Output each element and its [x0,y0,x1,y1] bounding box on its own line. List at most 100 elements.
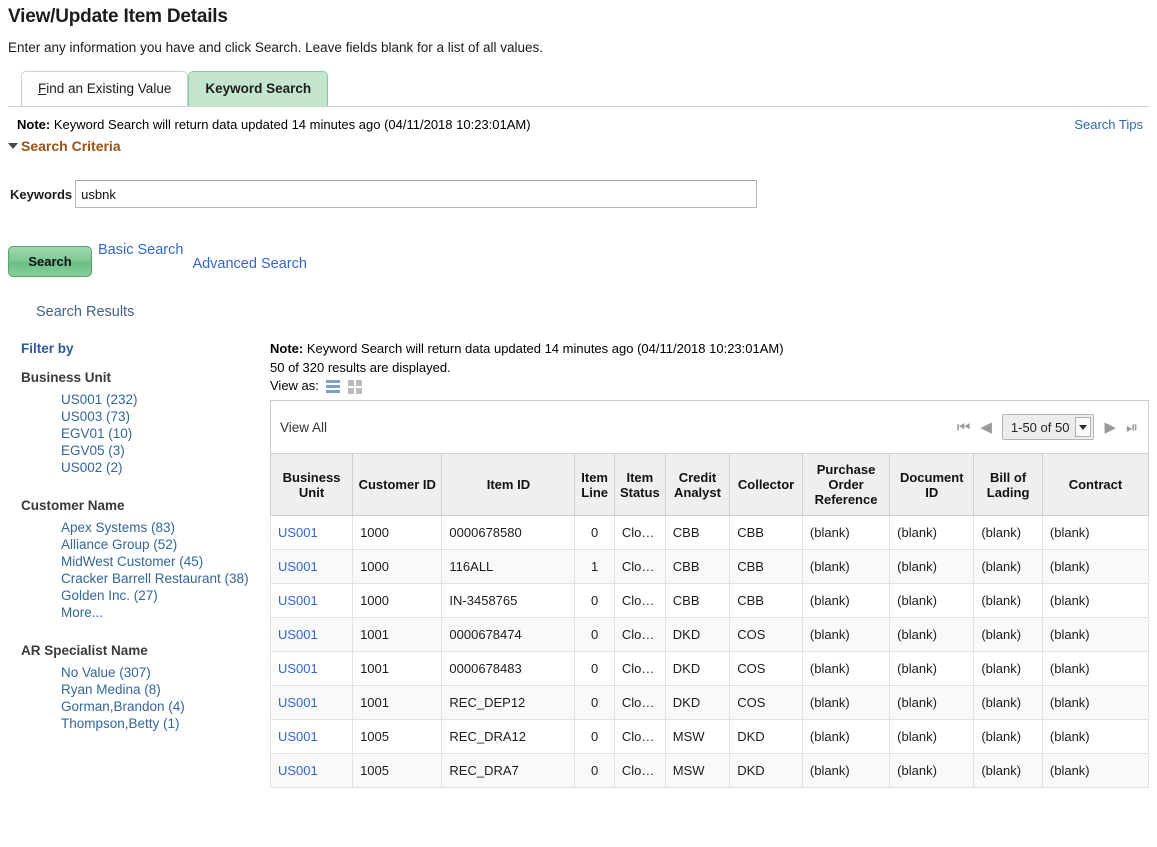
business-unit-link[interactable]: US001 [278,559,318,574]
search-button[interactable]: Search [8,246,92,277]
table-cell: 1000 [353,516,442,550]
search-tips-link[interactable]: Search Tips [1074,117,1143,132]
table-cell: DKD [665,618,729,652]
list-item[interactable]: EGV05 (3) [61,442,270,459]
table-cell: CBB [730,516,803,550]
business-unit-link[interactable]: US001 [278,593,318,608]
table-cell: DKD [730,720,803,754]
collapse-triangle-icon[interactable] [8,143,18,149]
list-item[interactable]: More... [61,604,270,621]
note-label: Note: [17,117,50,132]
column-header-contract[interactable]: Contract [1042,454,1148,516]
table-cell: (blank) [802,754,889,788]
facet-link[interactable]: Thompson,Betty (1) [61,716,180,731]
column-header-item-line[interactable]: Item Line [575,454,614,516]
first-page-icon[interactable]: ⏮ [957,420,971,435]
facet-more-link[interactable]: More... [61,605,103,620]
list-item[interactable]: US001 (232) [61,391,270,408]
list-item[interactable]: MidWest Customer (45) [61,553,270,570]
list-item[interactable]: Apex Systems (83) [61,519,270,536]
table-cell: (blank) [802,652,889,686]
column-header-business-unit[interactable]: Business Unit [271,454,353,516]
business-unit-link[interactable]: US001 [278,729,318,744]
search-results-link[interactable]: Search Results [0,304,1157,320]
chevron-down-icon[interactable] [1075,417,1091,437]
column-header-document-id[interactable]: Document ID [890,454,974,516]
keyword-note: Note: Keyword Search will return data up… [0,117,1157,132]
page-range-select[interactable]: 1-50 of 50 [1002,414,1095,440]
tab-find-an-existing-value[interactable]: Find an Existing Value [21,71,188,106]
advanced-search-link[interactable]: Advanced Search [192,256,306,272]
table-cell: CBB [730,584,803,618]
cell-business-unit[interactable]: US001 [271,720,353,754]
grid-view-icon[interactable] [348,379,362,393]
list-item[interactable]: Ryan Medina (8) [61,681,270,698]
facet-group-business-unit: Business Unit US001 (232) US003 (73) EGV… [21,370,270,476]
business-unit-link[interactable]: US001 [278,763,318,778]
business-unit-link[interactable]: US001 [278,525,318,540]
table-cell: (blank) [890,720,974,754]
facet-link[interactable]: US003 (73) [61,409,130,424]
table-cell: Closed [614,584,665,618]
list-item[interactable]: EGV01 (10) [61,425,270,442]
facet-link[interactable]: Alliance Group (52) [61,537,177,552]
column-header-bill-of-lading[interactable]: Bill of Lading [974,454,1043,516]
facet-link[interactable]: Ryan Medina (8) [61,682,161,697]
previous-page-icon[interactable]: ◀ [980,420,992,435]
list-item[interactable]: Alliance Group (52) [61,536,270,553]
cell-business-unit[interactable]: US001 [271,652,353,686]
list-item[interactable]: Cracker Barrell Restaurant (38) [61,570,270,587]
cell-business-unit[interactable]: US001 [271,686,353,720]
facet-link[interactable]: EGV01 (10) [61,426,132,441]
column-header-collector[interactable]: Collector [730,454,803,516]
facet-link[interactable]: EGV05 (3) [61,443,125,458]
column-header-item-status[interactable]: Item Status [614,454,665,516]
search-criteria-header[interactable]: Search Criteria [0,138,1157,154]
business-unit-link[interactable]: US001 [278,695,318,710]
column-header-credit-analyst[interactable]: Credit Analyst [665,454,729,516]
column-header-customer-id[interactable]: Customer ID [353,454,442,516]
results-column: Note: Keyword Search will return data up… [270,341,1157,788]
tab-keyword-search[interactable]: Keyword Search [188,71,328,106]
facet-link[interactable]: Golden Inc. (27) [61,588,158,603]
facet-link[interactable]: No Value (307) [61,665,151,680]
table-cell: (blank) [1042,516,1148,550]
results-area: Filter by Business Unit US001 (232) US00… [0,341,1157,788]
list-item[interactable]: Golden Inc. (27) [61,587,270,604]
keywords-input[interactable] [75,180,757,208]
table-row: US001100100006784830ClosedDKDCOS(blank)(… [271,652,1149,686]
results-note: Note: Keyword Search will return data up… [270,341,1149,356]
cell-business-unit[interactable]: US001 [271,516,353,550]
table-cell: IN-3458765 [442,584,575,618]
next-page-icon[interactable]: ▶ [1104,420,1116,435]
last-page-icon[interactable]: ⏯ [1126,420,1138,435]
list-item[interactable]: US002 (2) [61,459,270,476]
table-cell: 0 [575,618,614,652]
facet-link[interactable]: MidWest Customer (45) [61,554,203,569]
column-header-item-id[interactable]: Item ID [442,454,575,516]
cell-business-unit[interactable]: US001 [271,550,353,584]
facet-group-label: Business Unit [21,370,270,385]
list-item[interactable]: US003 (73) [61,408,270,425]
cell-business-unit[interactable]: US001 [271,584,353,618]
list-item[interactable]: No Value (307) [61,664,270,681]
facet-link[interactable]: Gorman,Brandon (4) [61,699,185,714]
facet-link[interactable]: US002 (2) [61,460,123,475]
business-unit-link[interactable]: US001 [278,661,318,676]
list-item[interactable]: Thompson,Betty (1) [61,715,270,732]
table-cell: (blank) [1042,584,1148,618]
facet-link[interactable]: Cracker Barrell Restaurant (38) [61,571,249,586]
cell-business-unit[interactable]: US001 [271,618,353,652]
table-cell: (blank) [890,754,974,788]
facet-link[interactable]: Apex Systems (83) [61,520,175,535]
business-unit-link[interactable]: US001 [278,627,318,642]
list-view-icon[interactable] [326,379,340,393]
table-row: US001100000006785800ClosedCBBCBB(blank)(… [271,516,1149,550]
cell-business-unit[interactable]: US001 [271,754,353,788]
list-item[interactable]: Gorman,Brandon (4) [61,698,270,715]
column-header-purchase-order-reference[interactable]: Purchase Order Reference [802,454,889,516]
view-all-link[interactable]: View All [280,420,327,435]
table-cell: (blank) [974,618,1043,652]
basic-search-link[interactable]: Basic Search [98,242,183,258]
facet-link[interactable]: US001 (232) [61,392,138,407]
